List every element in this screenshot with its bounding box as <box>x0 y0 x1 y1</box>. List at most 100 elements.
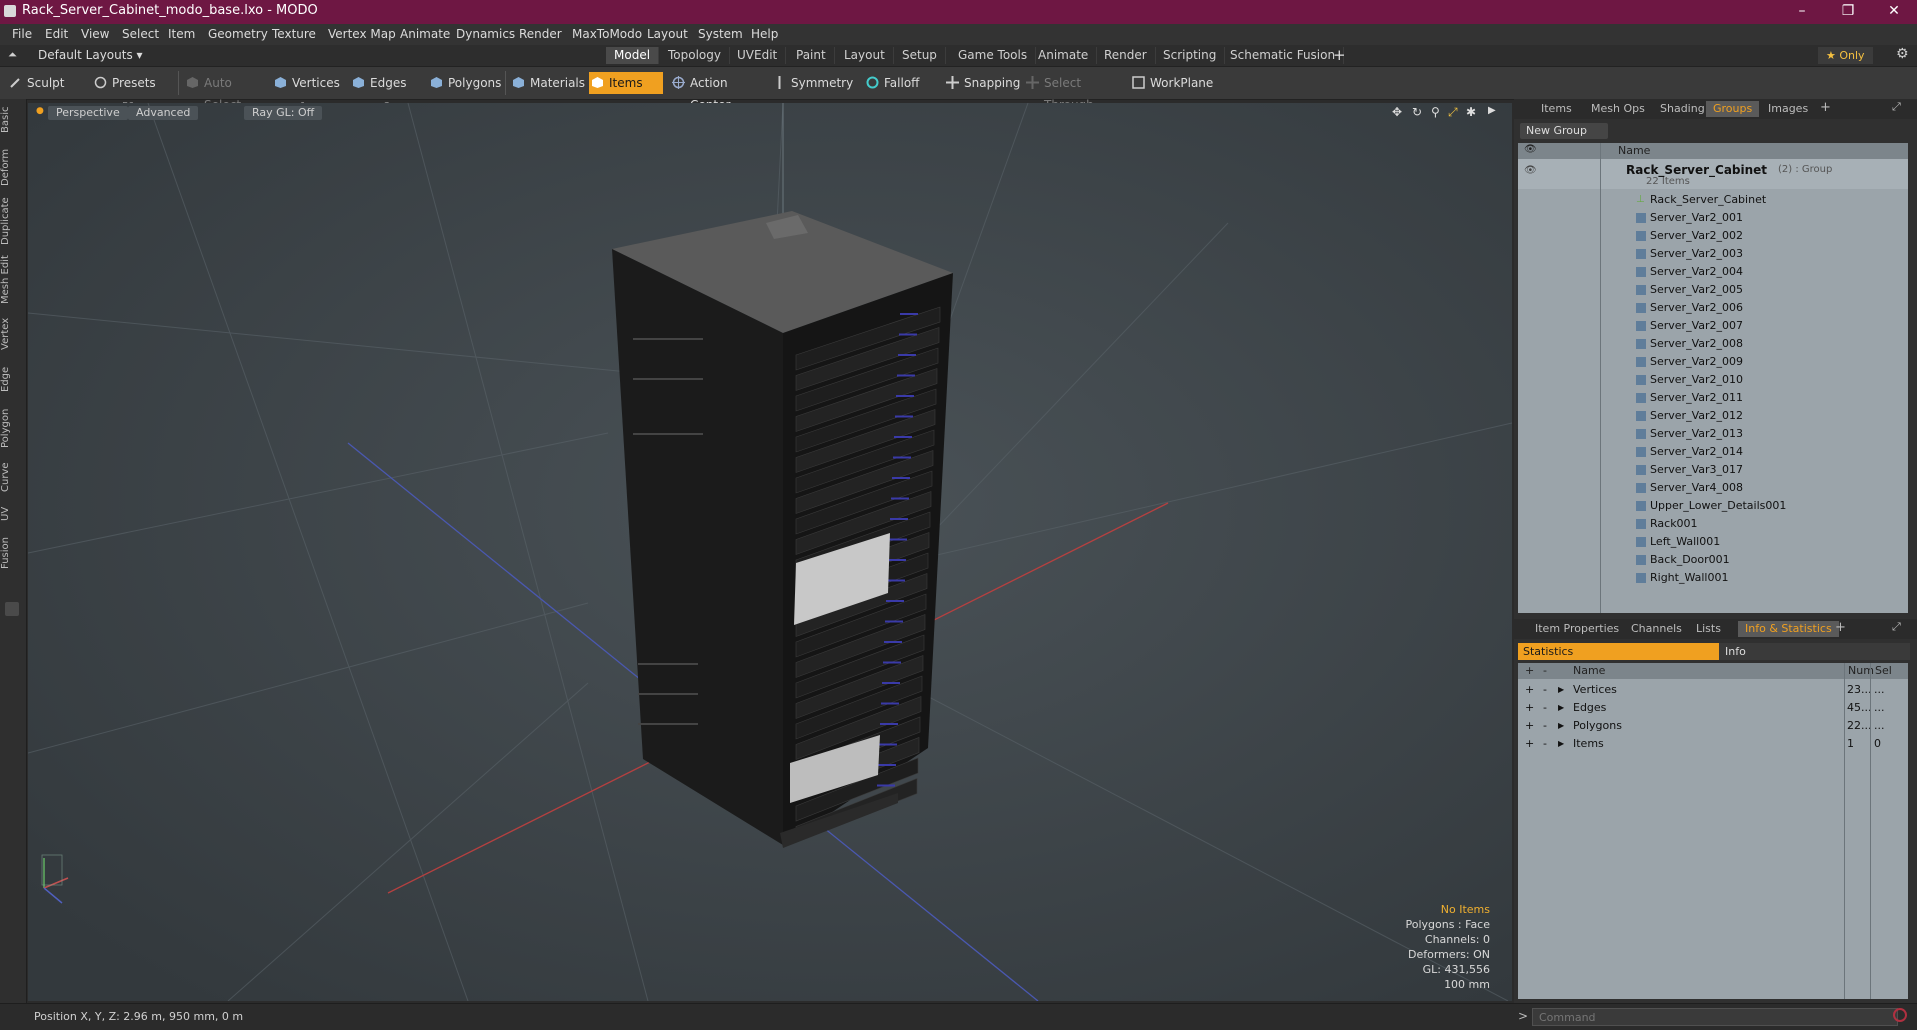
tab-channels[interactable]: Channels <box>1624 621 1689 637</box>
add-panel-tab-icon[interactable]: + <box>1820 100 1831 115</box>
group-item-row[interactable]: Server_Var2_008 <box>1518 335 1903 353</box>
tab-layout[interactable]: Layout <box>836 47 894 64</box>
falloff-button[interactable]: Falloff <box>864 72 934 94</box>
expand-row-icon[interactable]: + <box>1525 717 1534 735</box>
menu-system[interactable]: System <box>698 27 743 41</box>
minimize-button[interactable]: – <box>1779 0 1825 24</box>
vtab-duplicate[interactable]: Duplicate <box>0 197 24 245</box>
expand-row-icon[interactable]: + <box>1525 699 1534 717</box>
tab-items[interactable]: Items <box>1534 101 1579 117</box>
group-item-row[interactable]: Server_Var2_010 <box>1518 371 1903 389</box>
menu-animate[interactable]: Animate <box>400 27 450 41</box>
statistics-row[interactable]: + - ▶ Polygons 22...... <box>1518 717 1903 735</box>
viewport-expand-icon[interactable]: ▶ <box>1488 105 1496 116</box>
tab-mesh-ops[interactable]: Mesh Ops <box>1584 101 1652 117</box>
materials-button[interactable]: Materials <box>510 72 590 94</box>
collapse-all-icon[interactable]: - <box>1543 664 1547 677</box>
statistics-row[interactable]: + - ▶ Vertices 23...... <box>1518 681 1903 699</box>
vtab-uv[interactable]: UV <box>0 503 24 525</box>
group-item-row[interactable]: Server_Var2_006 <box>1518 299 1903 317</box>
group-item-row[interactable]: Server_Var2_012 <box>1518 407 1903 425</box>
group-item-row[interactable]: Server_Var4_008 <box>1518 479 1903 497</box>
group-item-row[interactable]: Server_Var2_004 <box>1518 263 1903 281</box>
tab-topology[interactable]: Topology <box>660 47 730 64</box>
move-view-icon[interactable]: ✥ <box>1392 105 1402 119</box>
group-item-row[interactable]: Server_Var2_003 <box>1518 245 1903 263</box>
props-expand-icon[interactable]: ⤢ <box>1892 620 1901 634</box>
menu-view[interactable]: View <box>81 27 109 41</box>
group-item-row[interactable]: Server_Var2_005 <box>1518 281 1903 299</box>
collapse-row-icon[interactable]: - <box>1543 735 1547 753</box>
vtab-mesh-edit[interactable]: Mesh Edit <box>0 255 24 305</box>
rotate-view-icon[interactable]: ↻ <box>1412 105 1422 119</box>
vtab-edge[interactable]: Edge <box>0 363 24 395</box>
group-item-row[interactable]: Left_Wall001 <box>1518 533 1903 551</box>
tab-info-statistics[interactable]: Info & Statistics <box>1738 621 1839 637</box>
collapse-row-icon[interactable]: - <box>1543 681 1547 699</box>
symmetry-button[interactable]: Symmetry <box>771 72 853 94</box>
items-button[interactable]: Items <box>589 72 663 94</box>
panel-expand-icon[interactable]: ⤢ <box>1892 100 1901 114</box>
group-item-row[interactable]: Server_Var2_002 <box>1518 227 1903 245</box>
statistics-row[interactable]: + - ▶ Edges 45...... <box>1518 699 1903 717</box>
menu-render[interactable]: Render <box>519 27 562 41</box>
tab-images[interactable]: Images <box>1761 101 1815 117</box>
advanced-dropdown[interactable]: Advanced <box>128 106 199 120</box>
menu-vertex-map[interactable]: Vertex Map <box>328 27 396 41</box>
gear-icon[interactable]: ⚙ <box>1896 46 1909 62</box>
visibility-eye-icon[interactable]: 👁 <box>1524 165 1537 176</box>
tab-game-tools[interactable]: Game Tools <box>950 47 1037 64</box>
tab-scripting[interactable]: Scripting <box>1155 47 1226 64</box>
auto-select-button[interactable]: Auto Select <box>184 72 270 112</box>
tab-schematic-fusion[interactable]: Schematic Fusion <box>1222 47 1345 64</box>
group-item-row[interactable]: Back_Door001 <box>1518 551 1903 569</box>
tab-paint[interactable]: Paint <box>788 47 835 64</box>
vertices-button[interactable]: Vertices 1 <box>272 72 352 112</box>
vtab-polygon[interactable]: Polygon <box>0 405 24 451</box>
workplane-button[interactable]: WorkPlane <box>1130 72 1213 94</box>
zoom-view-icon[interactable]: ⚲ <box>1431 105 1440 119</box>
menu-layout[interactable]: Layout <box>647 27 688 41</box>
menu-help[interactable]: Help <box>751 27 778 41</box>
subtab-statistics[interactable]: Statistics <box>1518 643 1719 660</box>
group-item-row[interactable]: Server_Var2_014 <box>1518 443 1903 461</box>
menu-geometry[interactable]: Geometry <box>208 27 268 41</box>
strip-toggle-button[interactable] <box>5 602 19 616</box>
vtab-fusion[interactable]: Fusion <box>0 533 24 573</box>
menu-file[interactable]: File <box>12 27 32 41</box>
menu-select[interactable]: Select <box>122 27 159 41</box>
command-input[interactable] <box>1532 1008 1898 1026</box>
statistics-row[interactable]: + - ▶ Items 1 0 <box>1518 735 1903 753</box>
record-icon[interactable] <box>1893 1008 1907 1022</box>
maximize-button[interactable]: ❐ <box>1825 0 1871 24</box>
vtab-vertex[interactable]: Vertex <box>0 315 24 353</box>
menu-texture[interactable]: Texture <box>272 27 316 41</box>
tab-setup[interactable]: Setup <box>894 47 946 64</box>
collapse-row-icon[interactable]: - <box>1543 717 1547 735</box>
group-item-row[interactable]: Rack001 <box>1518 515 1903 533</box>
expand-row-icon[interactable]: + <box>1525 735 1534 753</box>
disclosure-arrow-icon[interactable]: ▶ <box>1558 681 1564 699</box>
viewport-menu-icon[interactable]: ● <box>36 106 44 116</box>
group-item-row[interactable]: Server_Var2_009 <box>1518 353 1903 371</box>
tab-lists[interactable]: Lists <box>1689 621 1728 637</box>
disclosure-arrow-icon[interactable]: ▶ <box>1558 717 1564 735</box>
snapping-button[interactable]: Snapping <box>944 72 1024 94</box>
group-item-row[interactable]: Upper_Lower_Details001 <box>1518 497 1903 515</box>
polygons-button[interactable]: Polygons <box>428 72 501 94</box>
add-props-tab-icon[interactable]: + <box>1835 620 1846 635</box>
group-item-row[interactable]: ⊥ Rack_Server_Cabinet <box>1518 191 1903 209</box>
subtab-info[interactable]: Info <box>1719 643 1910 660</box>
perspective-dropdown[interactable]: Perspective <box>48 106 128 120</box>
menu-dynamics[interactable]: Dynamics <box>456 27 515 41</box>
new-group-button[interactable]: New Group <box>1520 123 1608 139</box>
expand-all-icon[interactable]: + <box>1525 664 1534 677</box>
expand-row-icon[interactable]: + <box>1525 681 1534 699</box>
layout-collapse-icon[interactable]: ⏶ <box>8 48 17 62</box>
menu-edit[interactable]: Edit <box>45 27 68 41</box>
layout-selector[interactable]: Default Layouts ▾ <box>38 48 143 62</box>
3d-viewport[interactable] <box>28 103 1512 1001</box>
only-toggle[interactable]: ★ Only <box>1818 47 1873 64</box>
group-item-row[interactable]: Server_Var3_017 <box>1518 461 1903 479</box>
vtab-deform[interactable]: Deform <box>0 147 24 187</box>
